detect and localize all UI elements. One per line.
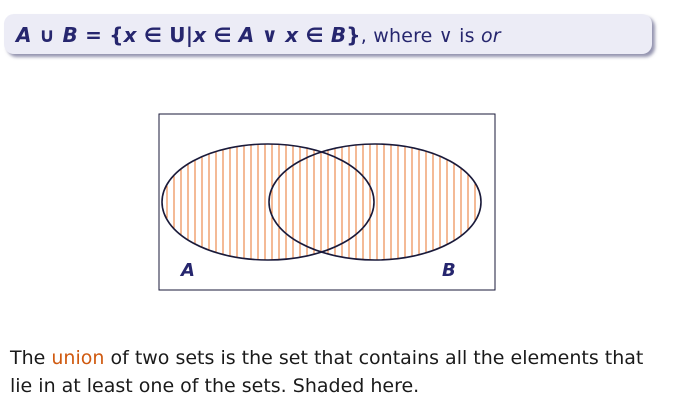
formula-union-op: ∪ [31, 23, 63, 47]
venn-diagram: A B [158, 113, 496, 291]
caption-text-before: The [10, 347, 52, 369]
formula-set-b-2: B [330, 23, 347, 47]
formula-var-x-3: x [285, 23, 299, 47]
union-definition-formula: A ∪ B = {x ∈ U|x ∈ A ∨ x ∈ B}, where ∨ i… [16, 23, 501, 47]
formula-or-op: ∨ [254, 23, 286, 47]
formula-in-op-3: ∈ [298, 23, 331, 47]
formula-set-a: A [16, 23, 32, 47]
caption: The union of two sets is the set that co… [10, 344, 662, 400]
formula-var-x-2: x [193, 23, 207, 47]
formula-in-op: ∈ [136, 23, 170, 47]
formula-set-b: B [62, 23, 78, 47]
formula-or-word: or [480, 25, 501, 47]
slide: A ∪ B = {x ∈ U|x ∈ A ∨ x ∈ B}, where ∨ i… [0, 0, 674, 415]
formula-set-a-2: A [238, 23, 255, 47]
caption-text-after: of two sets is the set that contains all… [10, 347, 644, 397]
formula-box: A ∪ B = {x ∈ U|x ∈ A ∨ x ∈ B}, where ∨ i… [4, 14, 652, 54]
formula-equals: = { [77, 23, 124, 47]
formula-in-op-2: ∈ [206, 23, 239, 47]
formula-close-brace: } [346, 23, 361, 47]
formula-where-text: , where ∨ is [360, 25, 481, 47]
formula-universe: U [169, 23, 186, 47]
caption-highlight-union: union [51, 347, 105, 369]
formula-var-x: x [123, 23, 137, 47]
set-a-label: A [179, 260, 195, 281]
set-b-label: B [442, 260, 456, 281]
